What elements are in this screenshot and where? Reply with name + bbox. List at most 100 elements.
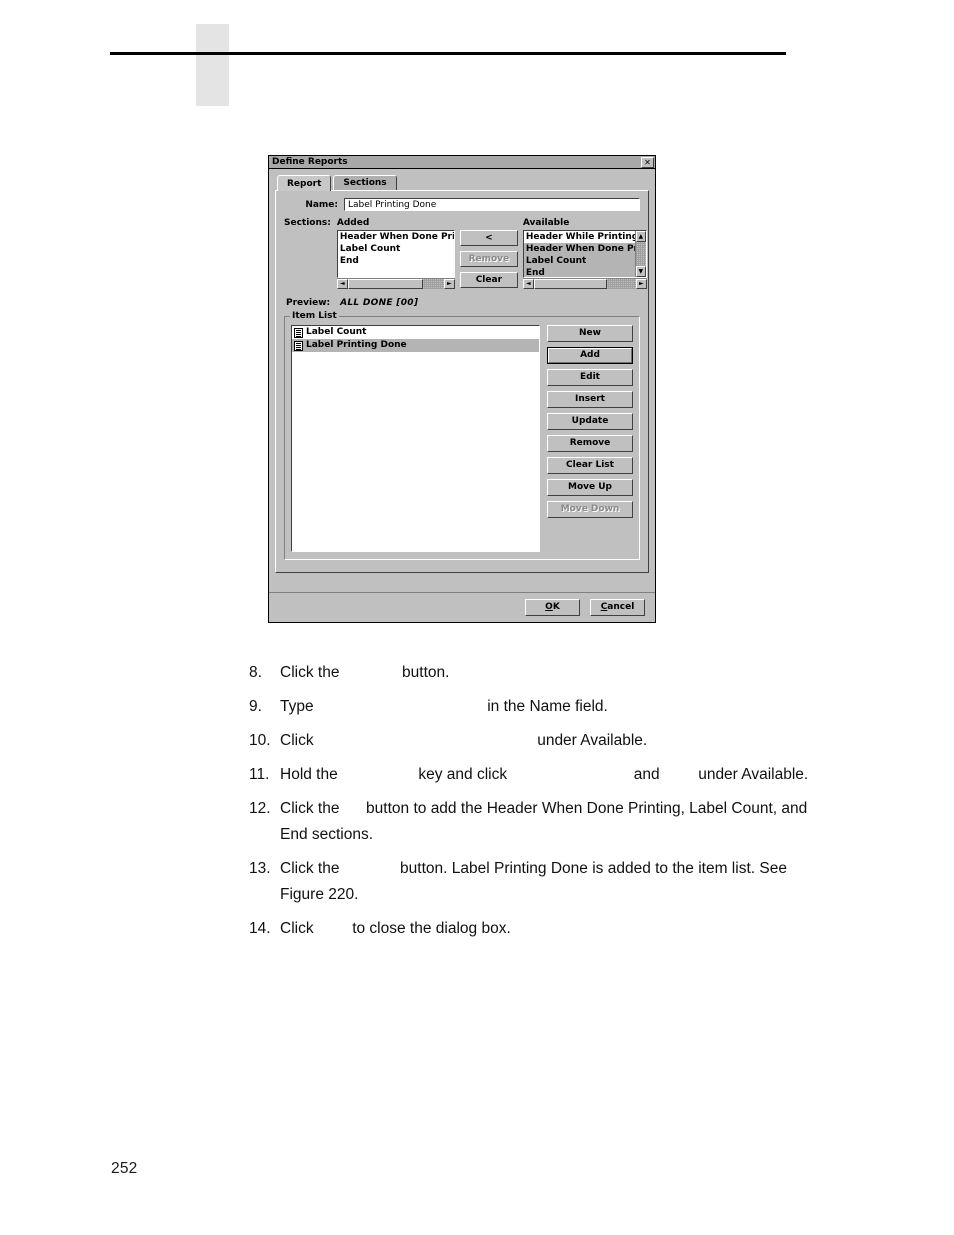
cancel-button[interactable]: Cancel [590, 599, 645, 616]
available-hscroll-thumb[interactable] [533, 279, 608, 289]
instruction-text-run: Hold the [280, 766, 343, 783]
available-listbox-items: Header While Printing Header When Done P… [523, 231, 635, 277]
sections-column-headers: Added Available [337, 218, 647, 228]
item-list-inner: Label Count Label Printing Done New Add … [291, 325, 633, 552]
list-item[interactable]: Label Count [292, 326, 539, 339]
available-column-header: Available [522, 218, 570, 228]
cancel-button-rest: ancel [607, 602, 635, 612]
instruction-text-run: Click [280, 732, 318, 749]
scroll-down-icon[interactable]: ▼ [635, 266, 646, 277]
instruction-step: 14. Click to close the dialog box. [249, 916, 809, 942]
instruction-blank-gap [318, 694, 483, 720]
item-list[interactable]: Label Count Label Printing Done [291, 325, 540, 552]
instruction-step: 8. Click the button. [249, 660, 809, 686]
page-number: 252 [111, 1160, 138, 1177]
edit-button[interactable]: Edit [547, 369, 633, 386]
list-item[interactable]: Header When Done Printi [523, 243, 635, 255]
scroll-up-icon[interactable]: ▲ [635, 231, 646, 242]
name-label: Name: [305, 199, 338, 210]
added-listbox[interactable]: Header When Done Printi Label Count End [336, 230, 455, 278]
instruction-text-run: Click the [280, 664, 344, 681]
clear-sections-button[interactable]: Clear [459, 272, 518, 288]
tab-report-label: Report [287, 179, 322, 189]
dialog-body: Report Sections Name: Sections: Added [269, 169, 655, 606]
report-tab-panel: Name: Sections: Added Available [275, 190, 649, 573]
scroll-left-icon[interactable]: ◄ [336, 279, 348, 289]
available-hscroll-track[interactable] [533, 279, 636, 289]
available-vscroll-track[interactable] [635, 242, 646, 266]
instruction-blank-gap [344, 796, 362, 822]
instruction-step-text: Click the button. Label Printing Done is… [280, 856, 809, 908]
item-list-title: Item List [290, 311, 339, 321]
instruction-text-run: Type [280, 698, 318, 715]
instruction-text-run: to close the dialog box. [347, 920, 511, 937]
instruction-step: 11. Hold the key and click and under Avai… [249, 762, 809, 788]
instruction-step-text: Click to close the dialog box. [280, 916, 809, 942]
tab-sections[interactable]: Sections [333, 175, 397, 190]
name-input[interactable] [344, 198, 640, 211]
instruction-step-number: 12. [249, 800, 271, 817]
scroll-right-icon[interactable]: ► [443, 279, 455, 289]
name-row: Name: [284, 198, 640, 211]
list-item[interactable]: Label Count [338, 243, 454, 255]
instruction-text-run: key and click [414, 766, 512, 783]
added-hscroll-thumb[interactable] [347, 279, 423, 289]
instruction-blank-gap [342, 762, 414, 788]
column-header-spacer [455, 218, 523, 228]
available-horizontal-scrollbar[interactable]: ◄ ► [522, 278, 647, 289]
dialog-footer: OK Cancel [269, 592, 655, 622]
page-header-rule [110, 52, 786, 55]
instruction-step-number: 14. [249, 920, 271, 937]
instruction-step: 9. Type in the Name field. [249, 694, 809, 720]
instruction-blank-gap [344, 660, 398, 686]
list-item[interactable]: Label Count [523, 255, 635, 267]
tab-report[interactable]: Report [277, 175, 332, 191]
move-down-button: Move Down [547, 501, 633, 518]
close-icon[interactable]: ✕ [641, 156, 654, 168]
document-icon [294, 340, 303, 351]
insert-button[interactable]: Insert [547, 391, 633, 408]
instruction-step-number: 8. [249, 664, 262, 681]
scroll-right-icon[interactable]: ► [635, 279, 647, 289]
instruction-step: 12. Click the button to add the Header Wh… [249, 796, 809, 848]
update-button[interactable]: Update [547, 413, 633, 430]
clear-list-button[interactable]: Clear List [547, 457, 633, 474]
instruction-text-run: Click the [280, 860, 344, 877]
dialog-title: Define Reports [272, 156, 348, 167]
instruction-list: 8. Click the button. 9. Type in the Name fi… [249, 660, 809, 950]
list-item-label: Label Printing Done [306, 340, 407, 350]
instruction-step-text: Click the button. [280, 660, 809, 686]
available-vertical-scrollbar[interactable]: ▲ ▼ [634, 231, 646, 277]
list-item[interactable]: Header While Printing [524, 231, 635, 243]
instruction-step-number: 13. [249, 860, 271, 877]
new-button[interactable]: New [547, 325, 633, 342]
remove-button[interactable]: Remove [547, 435, 633, 452]
instruction-step-number: 10. [249, 732, 271, 749]
sections-label: Sections: [284, 218, 331, 228]
sections-lists-row: Header When Done Printi Label Count End … [336, 230, 647, 289]
preview-value: ALL DONE [00] [340, 298, 419, 308]
sections-row: Sections: Added Available Header When Do… [284, 218, 647, 289]
ok-button[interactable]: OK [525, 599, 580, 616]
list-item[interactable]: End [523, 267, 635, 277]
move-up-button[interactable]: Move Up [547, 479, 633, 496]
available-listbox[interactable]: Header While Printing Header When Done P… [522, 230, 647, 278]
sections-transfer-buttons: < Remove Clear [455, 230, 523, 288]
instruction-step-number: 11. [249, 766, 270, 783]
list-item[interactable]: Label Printing Done [292, 339, 539, 352]
preview-row: Preview: ALL DONE [00] [286, 298, 640, 308]
added-horizontal-scrollbar[interactable]: ◄ ► [336, 278, 455, 289]
sections-area: Added Available Header When Done Printi … [336, 218, 647, 289]
instruction-step-text: Click the button to add the Header When … [280, 796, 809, 848]
ok-button-rest: K [552, 602, 560, 612]
list-item[interactable]: Header When Done Printi [338, 231, 454, 243]
added-hscroll-track[interactable] [347, 279, 444, 289]
scroll-left-icon[interactable]: ◄ [522, 279, 534, 289]
add-button[interactable]: Add [547, 347, 633, 364]
added-listbox-wrap: Header When Done Printi Label Count End … [336, 230, 455, 289]
list-item[interactable]: End [338, 255, 454, 267]
preview-label: Preview: [286, 298, 331, 308]
move-left-button[interactable]: < [459, 230, 518, 246]
added-column-header: Added [336, 218, 370, 228]
instruction-blank-gap [511, 762, 629, 788]
